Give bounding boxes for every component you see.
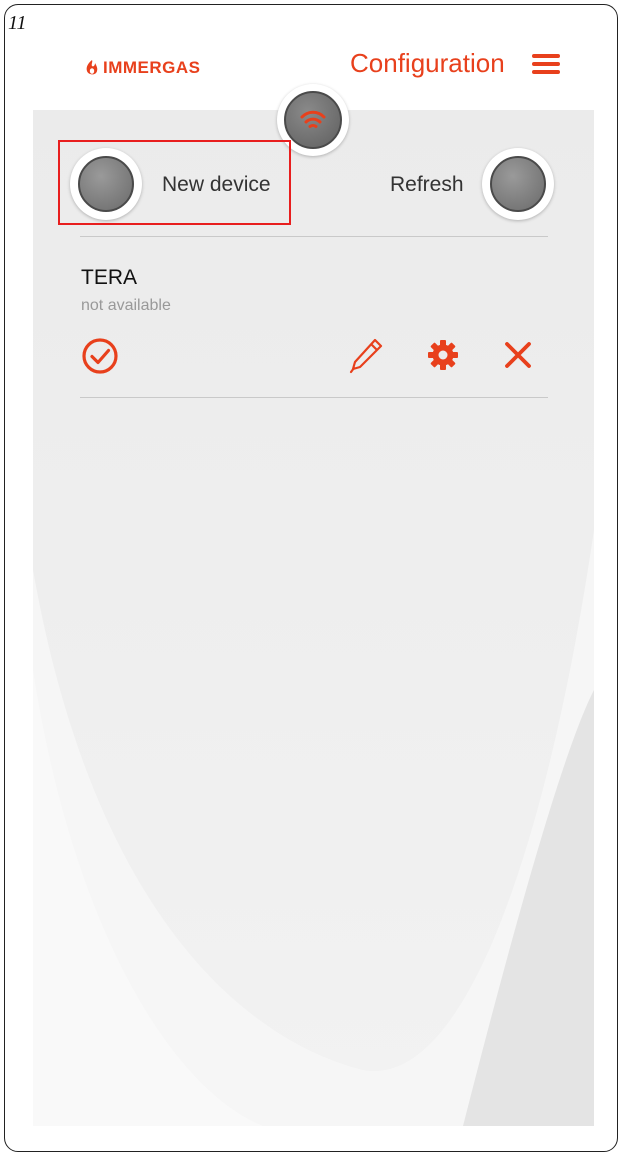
edit-device-button[interactable] <box>347 335 385 375</box>
menu-button[interactable] <box>530 51 562 77</box>
device-name: TERA <box>81 266 138 289</box>
content-panel <box>33 110 594 1126</box>
gear-icon <box>428 340 458 370</box>
refresh-button[interactable] <box>482 148 554 220</box>
select-device-button[interactable] <box>80 336 120 376</box>
wifi-icon <box>300 110 326 128</box>
check-circle-icon <box>82 338 118 374</box>
delete-device-button[interactable] <box>500 337 536 373</box>
pencil-icon <box>349 338 383 374</box>
new-device-label[interactable]: New device <box>162 173 271 197</box>
panel-background <box>33 110 594 1126</box>
new-device-button[interactable] <box>70 148 142 220</box>
flame-icon <box>86 60 98 75</box>
page-title: Configuration <box>350 48 505 78</box>
divider <box>80 397 548 398</box>
device-status: not available <box>81 297 171 314</box>
refresh-label[interactable]: Refresh <box>390 173 464 197</box>
device-settings-button[interactable] <box>424 336 462 374</box>
divider <box>80 236 548 237</box>
brand-name: IMMERGAS <box>103 58 201 77</box>
page-number: 11 <box>8 12 27 34</box>
wifi-button[interactable] <box>277 84 349 156</box>
close-icon <box>505 342 531 368</box>
brand-logo: IMMERGAS <box>84 55 201 81</box>
